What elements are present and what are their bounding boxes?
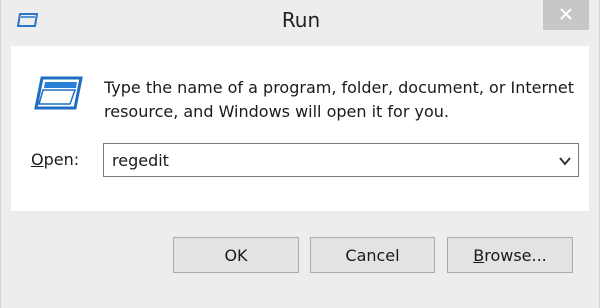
ok-button[interactable]: OK — [173, 237, 299, 273]
dialog-description: Type the name of a program, folder, docu… — [104, 78, 575, 121]
close-button[interactable] — [543, 0, 589, 30]
dialog-content: Type the name of a program, folder, docu… — [11, 46, 589, 211]
open-input[interactable] — [104, 144, 544, 176]
open-combobox[interactable] — [103, 143, 579, 177]
title-bar[interactable]: Run — [1, 0, 600, 42]
open-label-rest: pen: — [43, 150, 80, 169]
run-program-icon — [33, 74, 83, 112]
window-title: Run — [281, 8, 321, 32]
browse-button[interactable]: Browse... — [447, 237, 573, 273]
cancel-button[interactable]: Cancel — [310, 237, 435, 273]
open-label-hotkey: O — [31, 150, 44, 169]
browse-hotkey: B — [473, 245, 485, 265]
open-label: Open: — [31, 150, 79, 169]
chevron-down-icon[interactable] — [558, 153, 572, 167]
close-icon — [559, 6, 573, 25]
run-dialog-window: Run Type the name of a program, folder, … — [0, 0, 600, 308]
browse-label-rest: rowse... — [484, 245, 547, 265]
